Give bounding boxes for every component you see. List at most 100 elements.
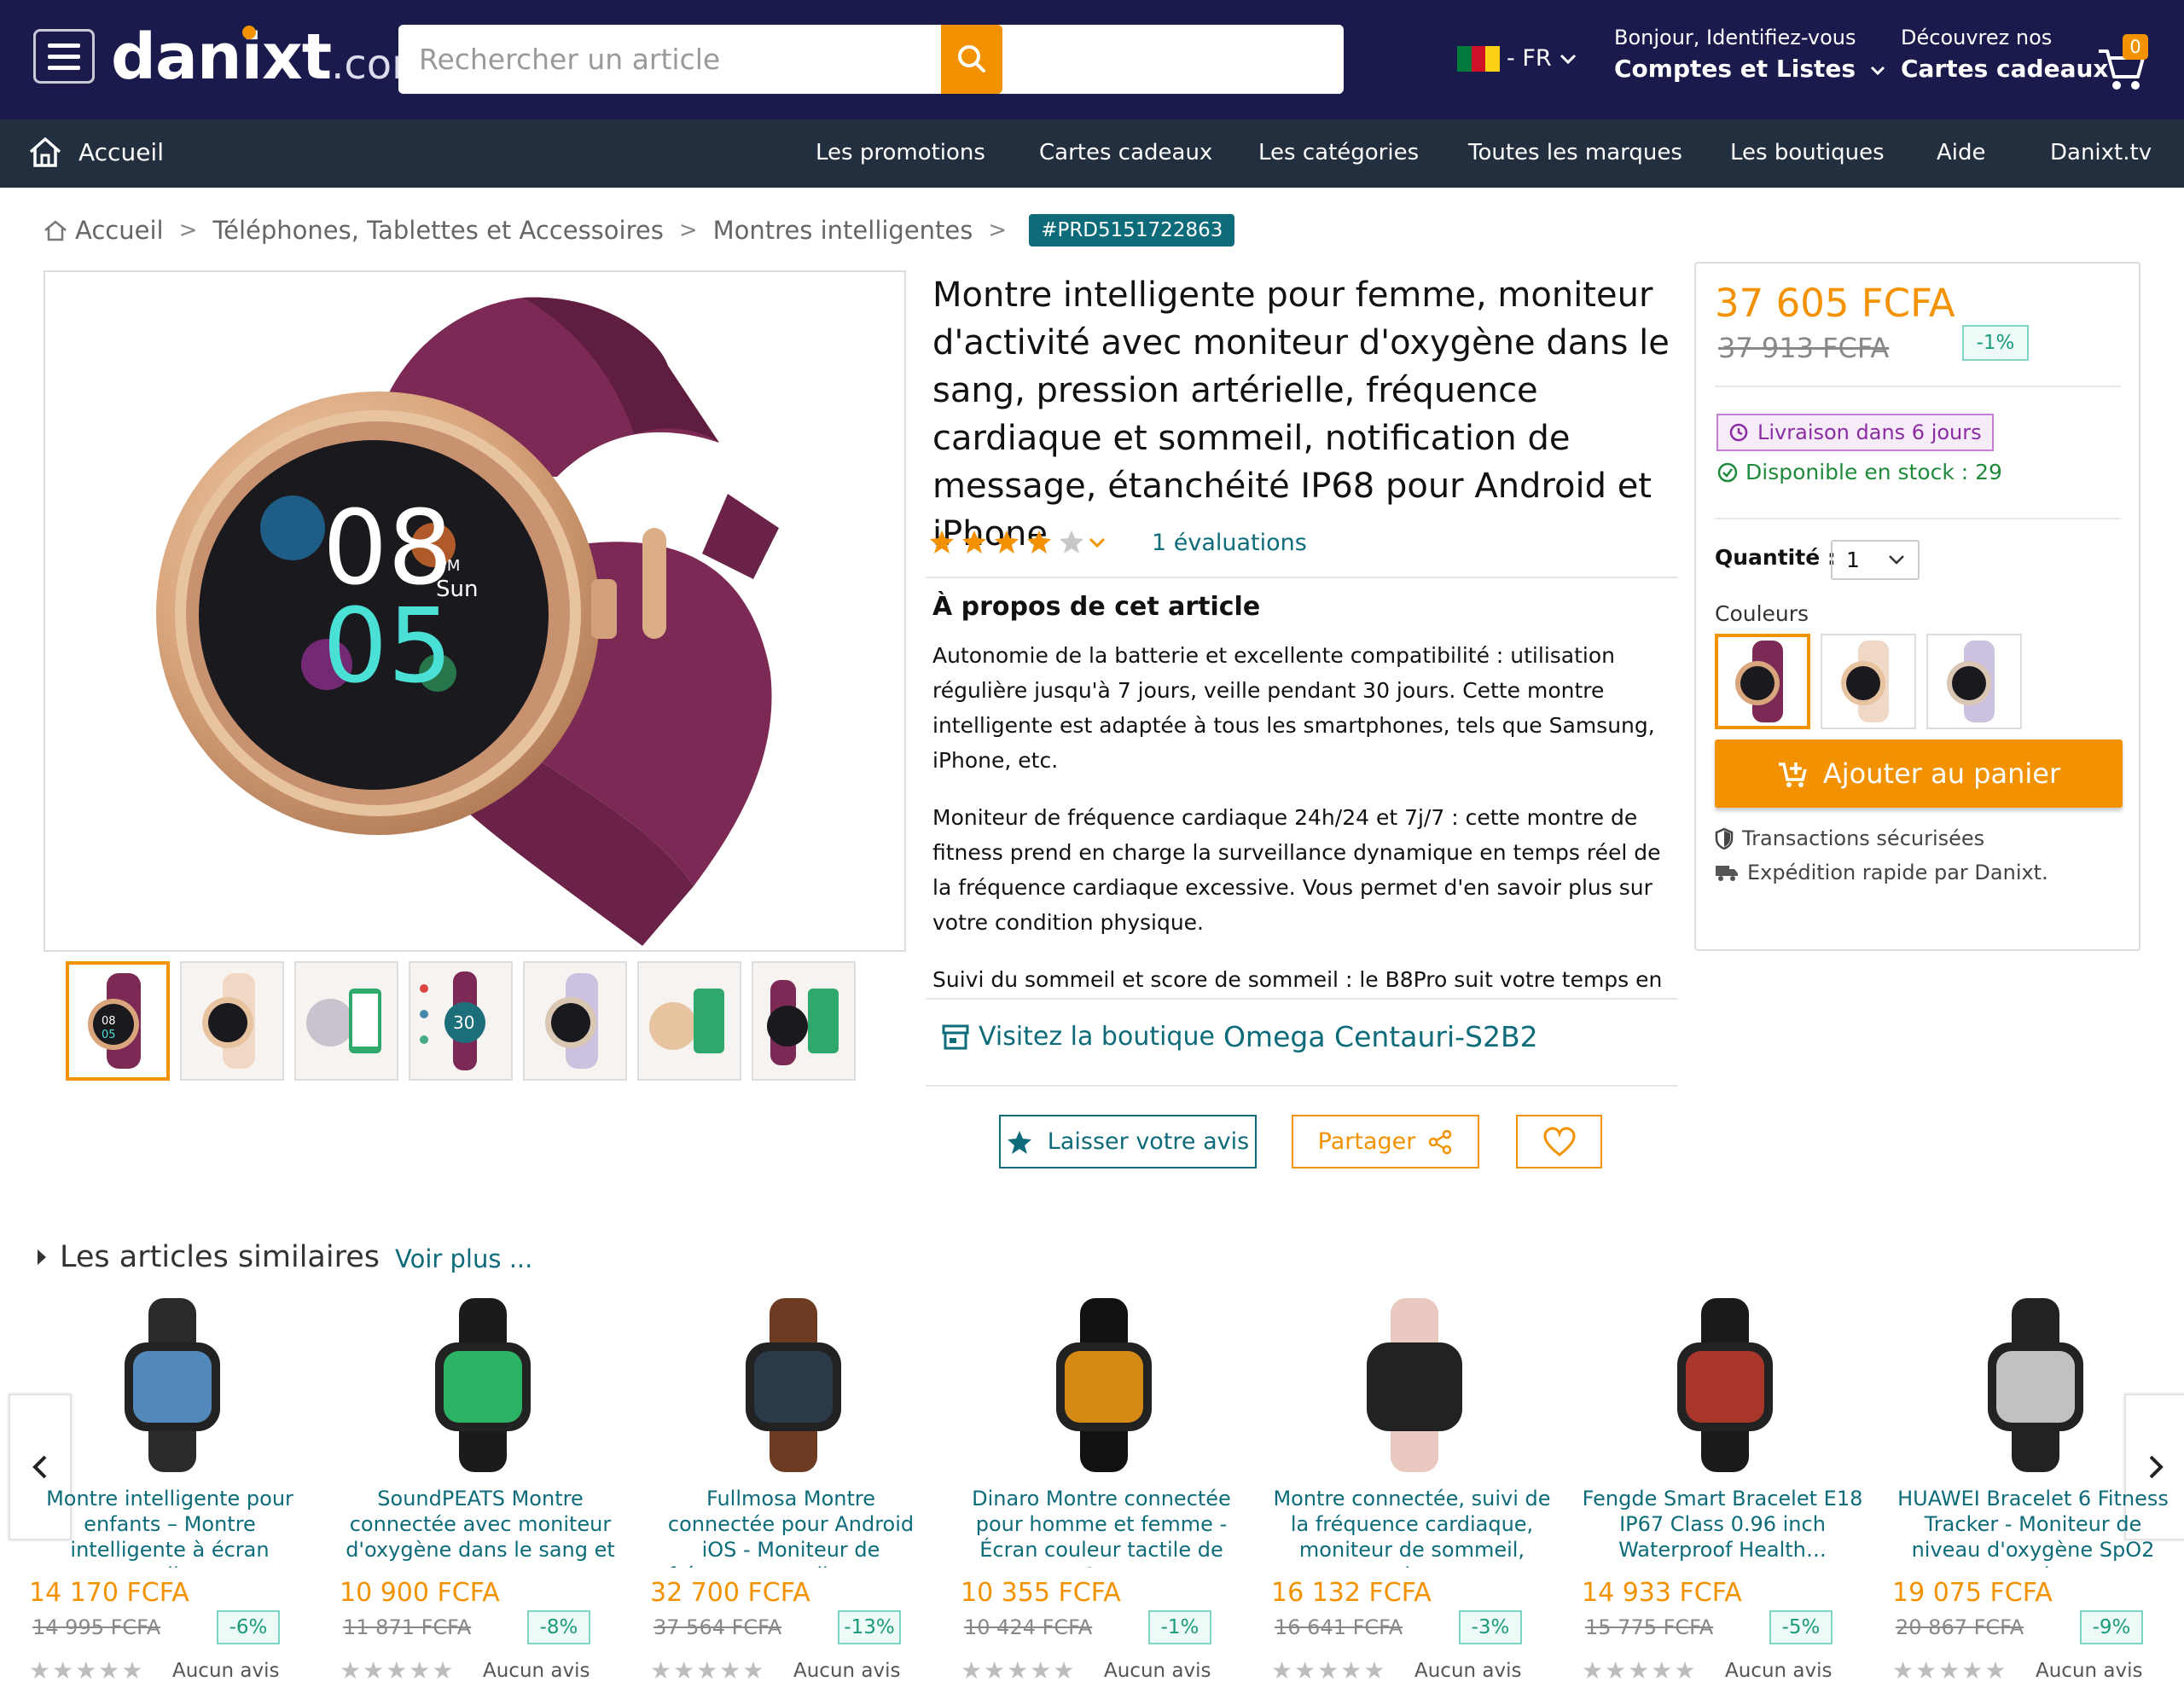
visit-store-link[interactable]: Visitez la boutique Omega Centauri-S2B2 [941,1020,1538,1053]
nav-brands[interactable]: Toutes les marques [1468,140,1682,165]
heart-icon [1542,1126,1576,1157]
nav-categories[interactable]: Les catégories [1258,140,1419,165]
truck-icon [1716,866,1738,881]
empty-stars-icon: ★★★★★ [1892,1656,2008,1685]
similar-items-title: Les articles similaires [60,1240,380,1274]
quantity-value: 1 [1846,548,1860,572]
cameroon-flag-icon [1457,45,1501,72]
account-menu[interactable]: Bonjour, Identifiez-vous Comptes et List… [1614,26,1886,83]
thumbnail-3[interactable] [294,961,398,1081]
store-icon [942,1024,969,1049]
nav-promotions[interactable]: Les promotions [816,140,985,165]
similar-item-name[interactable]: Montre intelligente pour enfants – Montr… [29,1486,311,1568]
product-thumbnail [746,1298,841,1472]
stock-status: Disponible en stock : 29 [1716,460,2002,484]
breadcrumb: Accueil > Téléphones, Tablettes et Acces… [43,212,1235,249]
language-selector[interactable]: - FR [1457,45,1577,72]
star-icon [1007,1130,1031,1154]
similar-item-name[interactable]: HUAWEI Bracelet 6 Fitness Tracker - Moni… [1892,1486,2174,1568]
similar-item-name[interactable]: SoundPEATS Montre connectée avec moniteu… [340,1486,621,1568]
secure-transactions: Transactions sécurisées [1715,826,1984,850]
empty-stars-icon: ★★★★★ [1271,1656,1387,1685]
nav-gift-cards[interactable]: Cartes cadeaux [1039,140,1212,165]
similar-item-discount: -6% [217,1610,280,1644]
account-lists-row: Comptes et Listes [1614,55,1886,83]
similar-item-card[interactable]: Dinaro Montre connectée pour homme et fe… [961,1288,1242,1699]
nav-home-label: Accueil [78,137,164,166]
product-thumbnail [1056,1298,1152,1472]
similar-item-discount: -13% [838,1610,901,1644]
color-swatch-pink[interactable] [1821,634,1916,729]
colors-label: Couleurs [1715,601,1809,626]
current-price: 37 605 FCFA [1715,281,1955,326]
watch-phone-thumb [649,989,724,1053]
lilac-watch-swatch [1947,641,1995,722]
share-icon [1429,1129,1452,1154]
similar-item-name[interactable]: Montre connectée, suivi de la fréquence … [1271,1486,1553,1568]
add-to-cart-button[interactable]: Ajouter au panier [1715,739,2123,808]
leave-review-button[interactable]: Laisser votre avis [999,1115,1257,1168]
nav-stores[interactable]: Les boutiques [1730,140,1885,165]
chevron-down-icon [1560,54,1576,64]
breadcrumb-home-label: Accueil [75,216,164,245]
similar-item-name[interactable]: Dinaro Montre connectée pour homme et fe… [961,1486,1242,1568]
menu-button[interactable] [33,29,95,84]
similar-item-card[interactable]: Montre intelligente pour enfants – Montr… [29,1288,311,1699]
about-paragraph: Suivi du sommeil et score de sommeil : l… [932,967,1663,992]
search-button[interactable] [941,25,1002,94]
discount-badge: -1% [1962,325,2029,361]
svg-text:30: 30 [453,1012,474,1033]
check-circle-icon [1717,462,1738,482]
account-lists-label: Comptes et Listes [1614,55,1856,83]
thumbnail-4[interactable]: 30 [409,961,513,1081]
see-more-link[interactable]: Voir plus ... [395,1244,532,1273]
similar-item-discount: -3% [1459,1610,1522,1644]
search-input[interactable] [398,25,1341,94]
similar-item-name[interactable]: Fullmosa Montre connectée pour Android i… [650,1486,932,1568]
star-filled-icon [995,531,1019,554]
similar-item-price: 16 132 FCFA [1271,1578,1432,1608]
nav-danixt-tv[interactable]: Danixt.tv [2050,140,2152,165]
clock-icon [1729,423,1748,442]
nav-help[interactable]: Aide [1937,140,1986,165]
color-swatch-lilac[interactable] [1926,634,2022,729]
similar-item-name[interactable]: Fengde Smart Bracelet E18 IP67 Class 0.9… [1582,1486,1863,1568]
breadcrumb-category[interactable]: Téléphones, Tablettes et Accessoires [212,216,663,245]
thumbnail-1[interactable]: 08 05 [66,961,170,1081]
logo-text: dan [111,20,242,94]
thumbnail-2[interactable] [180,961,284,1081]
quantity-label: Quantité : [1715,545,1836,570]
quantity-select[interactable]: 1 [1831,540,1920,580]
account-greeting: Bonjour, Identifiez-vous [1614,26,1856,49]
similar-item-card[interactable]: SoundPEATS Montre connectée avec moniteu… [340,1288,621,1699]
similar-item-card[interactable]: Fengde Smart Bracelet E18 IP67 Class 0.9… [1582,1288,1863,1699]
color-swatch-purple[interactable] [1715,634,1810,729]
site-logo[interactable]: dan ixt .com [111,20,432,94]
cart-button[interactable]: 0 [2095,34,2148,94]
thumbnail-5[interactable] [523,961,627,1081]
gift-cards-link[interactable]: Découvrez nos Cartes cadeaux [1901,26,2108,83]
delivery-text: Livraison dans 6 jours [1757,420,1982,444]
thumbnail-7[interactable] [752,961,856,1081]
similar-item-card[interactable]: Fullmosa Montre connectée pour Android i… [650,1288,932,1699]
similar-item-discount: -1% [1148,1610,1211,1644]
home-icon [29,137,61,167]
search-icon [958,45,985,72]
smartwatch-image: 08 05 PM Sun [156,297,779,946]
review-count-link[interactable]: 1 évaluations [1152,530,1307,556]
similar-item-card[interactable]: HUAWEI Bracelet 6 Fitness Tracker - Moni… [1892,1288,2174,1699]
nav-home[interactable]: Accueil [27,135,164,169]
similar-item-price: 32 700 FCFA [650,1578,810,1608]
similar-item-reviews: Aucun avis [2036,1660,2143,1682]
product-main-image[interactable]: 08 05 PM Sun [44,270,906,952]
wishlist-button[interactable] [1516,1115,1602,1168]
divider [926,998,1678,1000]
star-filled-icon [930,531,954,554]
share-button[interactable]: Partager [1292,1115,1479,1168]
thumbnail-6[interactable] [637,961,741,1081]
breadcrumb-home[interactable]: Accueil [43,216,164,245]
breadcrumb-subcategory[interactable]: Montres intelligentes [713,216,973,245]
similar-item-card[interactable]: Montre connectée, suivi de la fréquence … [1271,1288,1553,1699]
similar-item-discount: -5% [1769,1610,1833,1644]
product-rating[interactable]: 1 évaluations [928,525,1307,560]
